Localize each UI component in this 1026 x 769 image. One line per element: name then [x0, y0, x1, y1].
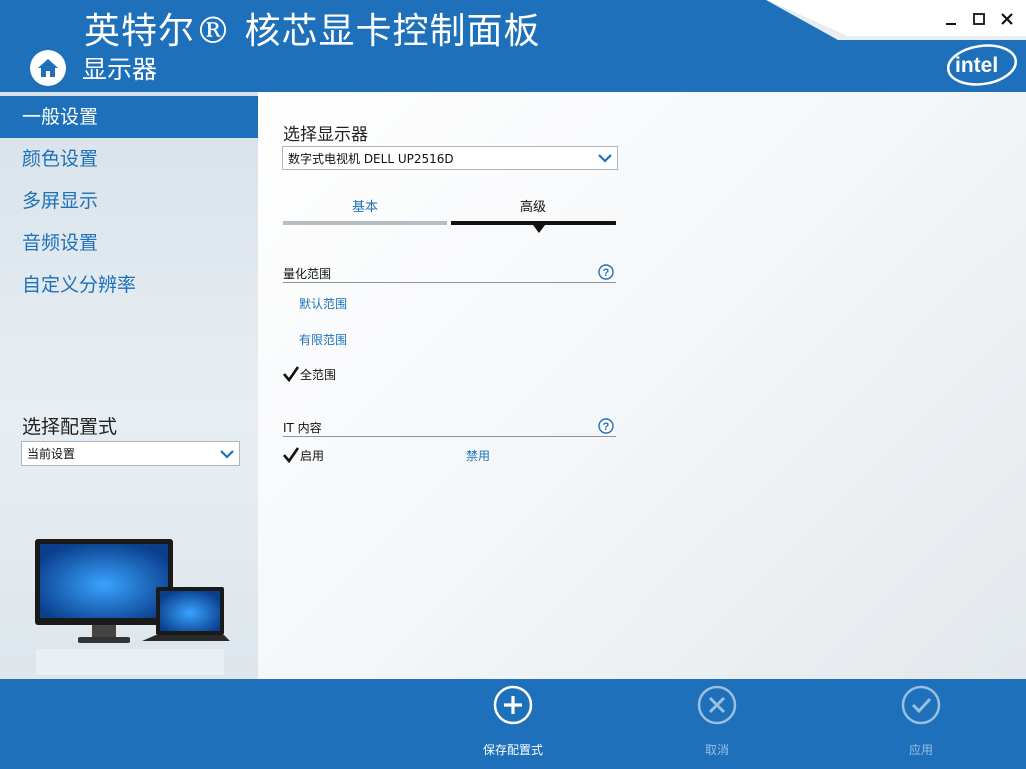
maximize-icon — [973, 13, 985, 25]
intel-logo: intel — [946, 44, 1018, 86]
sidebar-item-custom-resolution[interactable]: 自定义分辨率 — [0, 264, 258, 306]
sidebar-item-multi-display[interactable]: 多屏显示 — [0, 180, 258, 222]
option-it-enable-label: 启用 — [300, 449, 325, 463]
quant-range-title: 量化范围 — [283, 267, 332, 281]
save-profile-label: 保存配置式 — [482, 743, 543, 757]
profile-label: 选择配置式 — [22, 416, 118, 438]
app-title: 英特尔® 核芯显卡控制面板 — [84, 11, 541, 52]
apply-button[interactable]: 应用 — [871, 685, 971, 758]
main-panel: 选择显示器 数字式电视机 DELL UP2516D 基本 高级 量化范围 ? 默… — [258, 92, 1026, 679]
tab-basic[interactable]: 基本 — [283, 196, 447, 215]
active-tab-indicator — [533, 225, 545, 233]
cancel-button[interactable]: 取消 — [667, 685, 767, 758]
svg-text:?: ? — [603, 267, 610, 279]
check-circle-icon — [901, 685, 941, 725]
intel-logo-text: intel — [955, 54, 998, 77]
cancel-circle-icon — [697, 685, 737, 725]
minimize-icon — [946, 23, 956, 25]
close-button[interactable] — [996, 8, 1018, 30]
sidebar-item-color[interactable]: 颜色设置 — [0, 138, 258, 180]
section-title: 显示器 — [82, 55, 158, 84]
sidebar-item-general[interactable]: 一般设置 — [0, 96, 258, 138]
option-full-range-label: 全范围 — [300, 368, 337, 382]
checkmark-icon — [283, 366, 299, 382]
profile-select-value: 当前设置 — [27, 447, 76, 461]
footer-bar: 保存配置式 取消 应用 — [0, 679, 1026, 769]
display-select-value: 数字式电视机 DELL UP2516D — [288, 151, 454, 166]
option-full-range[interactable]: 全范围 — [283, 366, 336, 383]
sidebar-item-audio[interactable]: 音频设置 — [0, 222, 258, 264]
tab-bar: 基本 高级 — [283, 196, 616, 236]
chevron-down-icon — [598, 154, 612, 163]
sidebar: 一般设置 颜色设置 多屏显示 音频设置 自定义分辨率 选择配置式 当前设置 — [0, 92, 258, 679]
home-icon — [38, 59, 58, 77]
option-default-range[interactable]: 默认范围 — [299, 295, 347, 312]
help-icon[interactable]: ? — [598, 264, 614, 280]
it-content-title: IT 内容 — [283, 421, 322, 435]
home-button[interactable] — [30, 50, 66, 86]
cancel-label: 取消 — [704, 743, 729, 757]
header-bar: 英特尔® 核芯显卡控制面板 显示器 intel — [0, 0, 1026, 92]
window-controls — [940, 8, 1018, 30]
chevron-down-icon — [220, 449, 234, 459]
apply-label: 应用 — [908, 743, 933, 757]
display-select[interactable]: 数字式电视机 DELL UP2516D — [282, 146, 618, 170]
close-icon — [1001, 13, 1013, 25]
option-limited-range[interactable]: 有限范围 — [299, 331, 347, 348]
save-profile-button[interactable]: 保存配置式 — [463, 685, 563, 758]
group-divider — [283, 282, 616, 283]
minimize-button[interactable] — [940, 8, 962, 30]
plus-circle-icon — [493, 685, 533, 725]
help-icon[interactable]: ? — [598, 418, 614, 434]
checkmark-icon — [283, 447, 299, 463]
display-label: 选择显示器 — [283, 125, 368, 145]
tab-advanced[interactable]: 高级 — [451, 196, 615, 215]
profile-select[interactable]: 当前设置 — [21, 441, 240, 466]
svg-text:?: ? — [603, 421, 610, 433]
group-divider — [283, 436, 616, 437]
tab-underline-basic — [283, 221, 447, 225]
option-it-enable[interactable]: 启用 — [283, 447, 324, 464]
option-it-disable[interactable]: 禁用 — [466, 447, 490, 464]
maximize-button[interactable] — [968, 8, 990, 30]
monitor-laptop-illustration — [35, 539, 230, 675]
